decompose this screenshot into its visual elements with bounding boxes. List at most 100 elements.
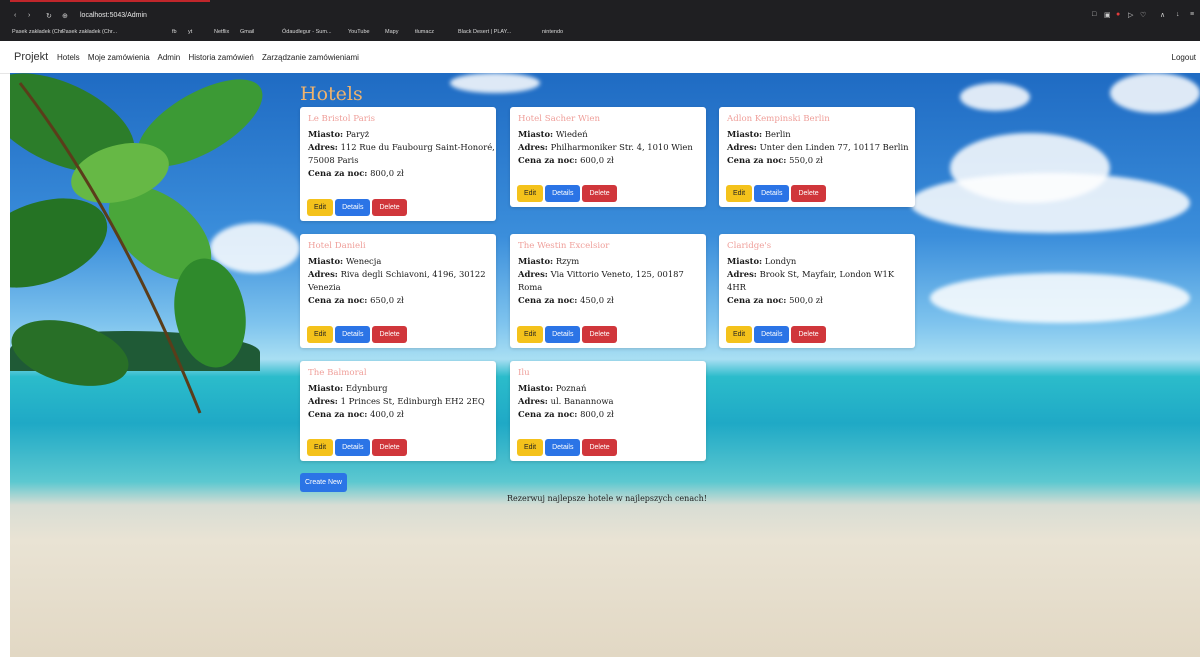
- active-tab-indicator: [10, 0, 210, 2]
- price-label: Cena za noc:: [727, 155, 787, 165]
- nav-link-moje-zamowienia[interactable]: Moje zamówienia: [88, 53, 150, 62]
- delete-button[interactable]: Delete: [791, 185, 826, 202]
- bookmark-item[interactable]: Ódaudlegur - Sum...: [282, 29, 332, 35]
- site-info-icon[interactable]: ⊕: [62, 12, 68, 20]
- browser-toolbar: ‹ › ↻ ⊕ localhost:5043/Admin: [0, 8, 1200, 26]
- hotel-city: Berlin: [764, 129, 791, 139]
- hotel-address: ul. Banannowa: [550, 396, 614, 406]
- record-icon[interactable]: ●: [1116, 11, 1120, 18]
- hotel-price: 650,0 zł: [370, 295, 404, 305]
- hotel-address: 1 Princes St, Edinburgh EH2 2EQ: [340, 396, 485, 406]
- nav-link-admin[interactable]: Admin: [158, 53, 181, 62]
- bookmark-item[interactable]: Mapy: [385, 29, 398, 35]
- details-button[interactable]: Details: [545, 326, 581, 343]
- address-label: Adres:: [727, 269, 757, 279]
- edit-button[interactable]: Edit: [726, 326, 753, 343]
- cloud-shape: [450, 73, 540, 93]
- create-new-button[interactable]: Create New: [300, 473, 347, 492]
- hotel-name: Hotel Sacher Wien: [518, 114, 601, 124]
- profile-icon[interactable]: ∧: [1160, 11, 1165, 19]
- details-button[interactable]: Details: [545, 185, 581, 202]
- delete-button[interactable]: Delete: [372, 199, 407, 216]
- delete-button[interactable]: Delete: [372, 326, 407, 343]
- nav-link-historia[interactable]: Historia zamówień: [188, 53, 253, 62]
- cloud-shape: [960, 83, 1030, 111]
- forward-icon[interactable]: ›: [28, 12, 30, 19]
- edit-button[interactable]: Edit: [307, 326, 334, 343]
- nav-link-hotels[interactable]: Hotels: [57, 53, 80, 62]
- app-navbar: Projekt Hotels Moje zamówienia Admin His…: [0, 41, 1200, 74]
- hotel-card: Hotel Sacher Wien Miasto: Wiedeń Adres: …: [510, 107, 706, 207]
- back-icon[interactable]: ‹: [14, 12, 16, 19]
- hotel-price: 450,0 zł: [580, 295, 614, 305]
- delete-button[interactable]: Delete: [372, 439, 407, 456]
- bookmark-item[interactable]: YouTube: [348, 29, 370, 35]
- price-label: Cena za noc:: [308, 168, 368, 178]
- hotel-address: Philharmoniker Str. 4, 1010 Wien: [550, 142, 693, 152]
- hotel-name: Le Bristol Paris: [308, 114, 375, 124]
- details-button[interactable]: Details: [335, 326, 371, 343]
- nav-link-zarzadzanie[interactable]: Zarządzanie zamówieniami: [262, 53, 359, 62]
- price-label: Cena za noc:: [308, 295, 368, 305]
- details-button[interactable]: Details: [545, 439, 581, 456]
- delete-button[interactable]: Delete: [582, 326, 617, 343]
- bookmark-item[interactable]: Pasek zakładek (Chr...: [62, 29, 117, 35]
- logout-link[interactable]: Logout: [1172, 53, 1196, 62]
- edit-button[interactable]: Edit: [517, 326, 544, 343]
- footer-message: Rezerwuj najlepsze hotele w najlepszych …: [507, 494, 707, 503]
- edit-button[interactable]: Edit: [307, 199, 334, 216]
- hotel-name: The Balmoral: [308, 368, 367, 378]
- page-heading: Hotels: [300, 83, 363, 105]
- delete-button[interactable]: Delete: [791, 326, 826, 343]
- hotel-card: Claridge's Miasto: Londyn Adres: Brook S…: [719, 234, 915, 348]
- page-background: Hotels Le Bristol Paris Miasto: Paryż Ad…: [10, 73, 1200, 657]
- bookmark-item[interactable]: yt: [188, 29, 192, 35]
- edit-button[interactable]: Edit: [517, 439, 544, 456]
- city-label: Miasto:: [308, 256, 344, 266]
- play-icon[interactable]: ▷: [1128, 11, 1133, 19]
- city-label: Miasto:: [518, 129, 554, 139]
- shield-icon[interactable]: ♡: [1140, 11, 1146, 19]
- reload-icon[interactable]: ↻: [46, 12, 52, 20]
- extension-icon[interactable]: ▣: [1104, 11, 1111, 19]
- bookmark-item[interactable]: fb: [172, 29, 177, 35]
- delete-button[interactable]: Delete: [582, 439, 617, 456]
- city-label: Miasto:: [727, 129, 763, 139]
- hotel-price: 400,0 zł: [370, 409, 404, 419]
- price-label: Cena za noc:: [727, 295, 787, 305]
- details-button[interactable]: Details: [754, 185, 790, 202]
- details-button[interactable]: Details: [754, 326, 790, 343]
- cloud-shape: [910, 173, 1190, 233]
- hotel-city: Paryż: [345, 129, 370, 139]
- bookmark-item[interactable]: Netflix: [214, 29, 229, 35]
- hotel-city: Rzym: [555, 256, 580, 266]
- hotel-name: Hotel Danieli: [308, 241, 366, 251]
- details-button[interactable]: Details: [335, 439, 371, 456]
- download-icon[interactable]: ↓: [1176, 11, 1180, 18]
- address-label: Adres:: [518, 269, 548, 279]
- city-label: Miasto:: [308, 129, 344, 139]
- extension-icon[interactable]: □: [1092, 11, 1096, 18]
- edit-button[interactable]: Edit: [517, 185, 544, 202]
- hotel-city: Edynburg: [345, 383, 388, 393]
- hotel-card: Ilu Miasto: Poznań Adres: ul. Banannowa …: [510, 361, 706, 461]
- delete-button[interactable]: Delete: [582, 185, 617, 202]
- address-label: Adres:: [727, 142, 757, 152]
- menu-icon[interactable]: ≡: [1190, 11, 1194, 18]
- bookmark-item[interactable]: nintendo: [542, 29, 563, 35]
- bookmark-item[interactable]: tłumacz: [415, 29, 434, 35]
- hotel-card: Adlon Kempinski Berlin Miasto: Berlin Ad…: [719, 107, 915, 207]
- edit-button[interactable]: Edit: [726, 185, 753, 202]
- address-bar[interactable]: localhost:5043/Admin: [80, 12, 147, 19]
- hotel-price: 800,0 zł: [580, 409, 614, 419]
- bookmark-item[interactable]: Gmail: [240, 29, 254, 35]
- price-label: Cena za noc:: [518, 155, 578, 165]
- cloud-shape: [930, 273, 1190, 323]
- details-button[interactable]: Details: [335, 199, 371, 216]
- bookmark-item[interactable]: Black Desert | PLAY...: [458, 29, 511, 35]
- city-label: Miasto:: [308, 383, 344, 393]
- edit-button[interactable]: Edit: [307, 439, 334, 456]
- brand-link[interactable]: Projekt: [14, 51, 48, 63]
- city-label: Miasto:: [518, 256, 554, 266]
- bookmark-item[interactable]: Pasek zakładek (Chr...: [12, 29, 67, 35]
